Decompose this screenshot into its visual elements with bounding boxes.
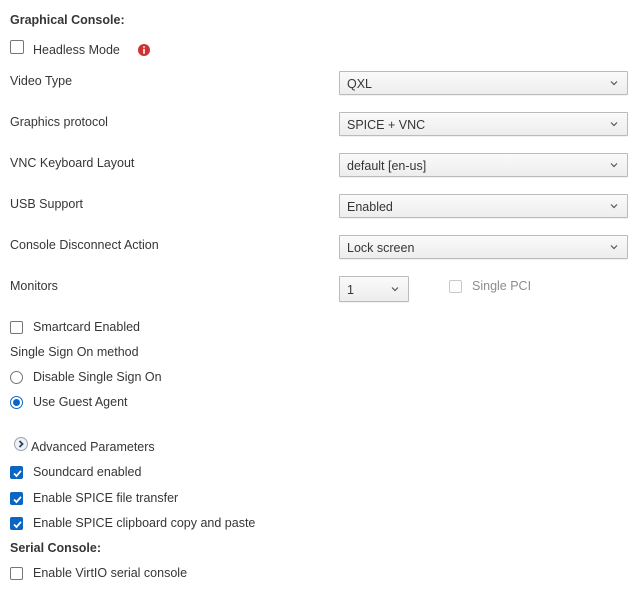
monitors-value: 1 xyxy=(347,283,354,297)
check-icon xyxy=(13,521,22,529)
console-disconnect-action-label: Console Disconnect Action xyxy=(10,238,159,252)
graphical-console-title: Graphical Console: xyxy=(10,13,125,27)
virtio-serial-label: Enable VirtIO serial console xyxy=(33,566,188,580)
check-icon xyxy=(13,496,22,504)
console-disconnect-action-select[interactable]: Lock screen xyxy=(339,235,628,259)
smartcard-enabled-checkbox[interactable] xyxy=(10,321,23,334)
chevron-down-icon xyxy=(610,122,618,127)
headless-mode-label: Headless Mode xyxy=(33,43,120,57)
chevron-down-icon xyxy=(610,163,618,168)
spice-file-transfer-checkbox[interactable] xyxy=(10,492,23,505)
soundcard-enabled-checkbox[interactable] xyxy=(10,466,23,479)
video-type-select[interactable]: QXL xyxy=(339,71,628,95)
usb-support-select[interactable]: Enabled xyxy=(339,194,628,218)
monitors-select[interactable]: 1 xyxy=(339,276,409,302)
smartcard-enabled-label: Smartcard Enabled xyxy=(33,320,141,334)
spice-clipboard-checkbox[interactable] xyxy=(10,517,23,530)
sso-guest-agent-label: Use Guest Agent xyxy=(33,395,128,409)
console-disconnect-action-value: Lock screen xyxy=(347,241,415,255)
sso-disable-radio[interactable] xyxy=(10,371,23,384)
usb-support-value: Enabled xyxy=(347,200,393,214)
chevron-right-circle-icon[interactable] xyxy=(14,437,28,451)
sso-guest-agent-radio[interactable] xyxy=(10,396,23,409)
serial-console-title: Serial Console: xyxy=(10,541,101,555)
video-type-label: Video Type xyxy=(10,74,73,88)
headless-mode-checkbox[interactable] xyxy=(10,40,24,54)
advanced-parameters-toggle[interactable]: Advanced Parameters xyxy=(31,440,155,454)
virtio-serial-checkbox[interactable] xyxy=(10,567,23,580)
soundcard-enabled-label: Soundcard enabled xyxy=(33,465,142,479)
video-type-value: QXL xyxy=(347,77,373,91)
sso-method-label: Single Sign On method xyxy=(10,345,139,359)
vnc-keyboard-layout-value: default [en-us] xyxy=(347,159,427,173)
sso-disable-label: Disable Single Sign On xyxy=(33,370,162,384)
chevron-down-icon xyxy=(391,287,399,292)
single-pci-checkbox[interactable] xyxy=(449,280,462,293)
chevron-down-icon xyxy=(610,81,618,86)
chevron-down-icon xyxy=(610,245,618,250)
spice-clipboard-label: Enable SPICE clipboard copy and paste xyxy=(33,516,256,530)
usb-support-label: USB Support xyxy=(10,197,83,211)
graphics-protocol-select[interactable]: SPICE + VNC xyxy=(339,112,628,136)
graphics-protocol-label: Graphics protocol xyxy=(10,115,108,129)
single-pci-label: Single PCI xyxy=(472,279,532,293)
spice-file-transfer-label: Enable SPICE file transfer xyxy=(33,491,179,505)
info-circle-icon[interactable] xyxy=(138,44,150,56)
vnc-keyboard-layout-select[interactable]: default [en-us] xyxy=(339,153,628,177)
graphics-protocol-value: SPICE + VNC xyxy=(347,118,426,132)
chevron-down-icon xyxy=(610,204,618,209)
check-icon xyxy=(13,470,22,478)
vnc-keyboard-layout-label: VNC Keyboard Layout xyxy=(10,156,135,170)
monitors-label: Monitors xyxy=(10,279,58,293)
